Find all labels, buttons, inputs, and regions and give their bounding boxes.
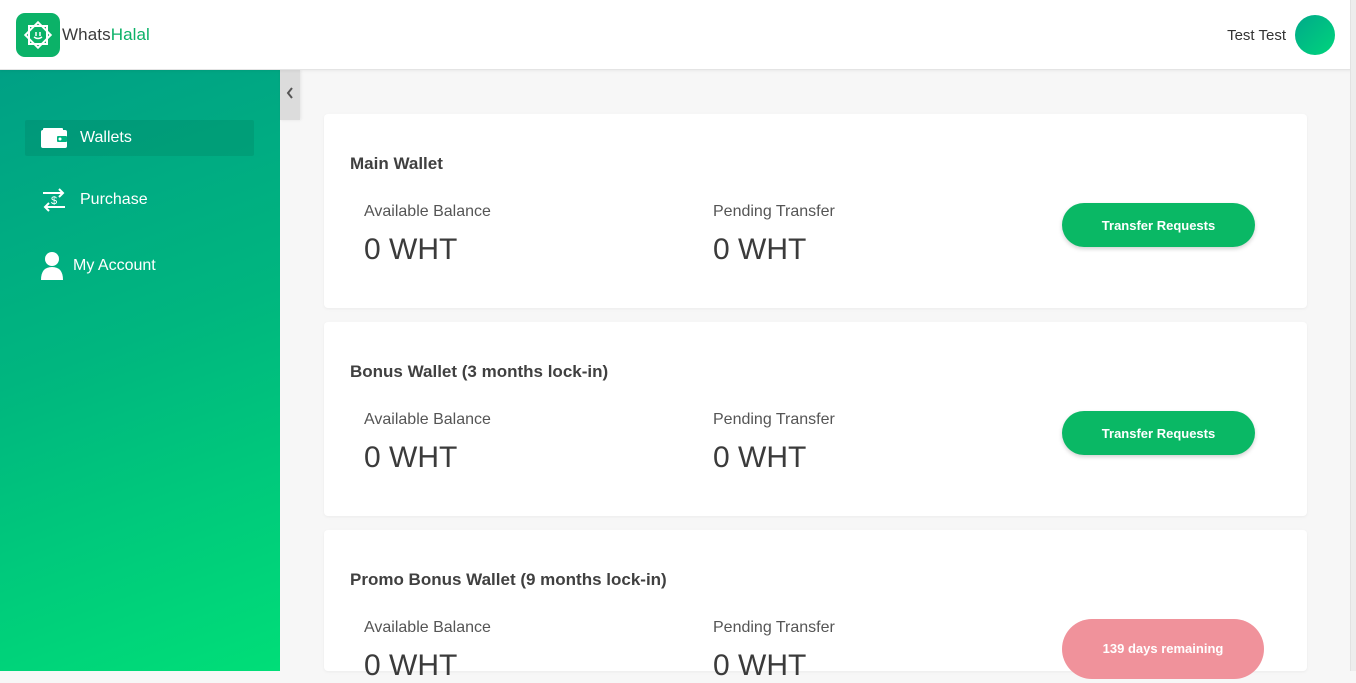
brand-logo[interactable]: WhatsHalal	[16, 13, 150, 57]
page-scrollbar[interactable]	[1350, 0, 1356, 671]
available-balance-label: Available Balance	[364, 203, 491, 220]
halal-logo-icon	[16, 13, 60, 57]
transfer-requests-button[interactable]: Transfer Requests	[1062, 411, 1255, 455]
available-balance-label: Available Balance	[364, 411, 491, 428]
pending-transfer-value: 0 WHT	[713, 441, 807, 474]
user-icon	[37, 251, 67, 281]
sidebar-item-label: My Account	[73, 257, 156, 274]
available-balance-label: Available Balance	[364, 619, 491, 636]
available-balance-value: 0 WHT	[364, 441, 458, 474]
pending-transfer-label: Pending Transfer	[713, 203, 835, 220]
user-name: Test Test	[1227, 26, 1286, 44]
sidebar-item-wallets[interactable]: Wallets	[25, 120, 254, 156]
wallet-title: Main Wallet	[350, 154, 443, 173]
sidebar-collapse-button[interactable]	[280, 70, 300, 120]
sidebar-item-label: Wallets	[80, 129, 132, 146]
sidebar-item-label: Purchase	[80, 191, 148, 208]
lock-in-remaining-badge: 139 days remaining	[1062, 619, 1264, 679]
sidebar-item-purchase[interactable]: $ Purchase	[25, 182, 254, 218]
brand-name-part2: Halal	[110, 25, 150, 44]
svg-text:$: $	[51, 195, 57, 207]
top-header: WhatsHalal Test Test	[0, 0, 1356, 70]
available-balance-value: 0 WHT	[364, 233, 458, 266]
chevron-left-icon	[285, 86, 295, 105]
wallet-card-bonus: Bonus Wallet (3 months lock-in) Availabl…	[324, 322, 1307, 516]
pending-transfer-label: Pending Transfer	[713, 411, 835, 428]
sidebar-item-my-account[interactable]: My Account	[25, 248, 254, 284]
wallet-icon	[39, 123, 69, 153]
wallet-title: Promo Bonus Wallet (9 months lock-in)	[350, 570, 667, 589]
wallet-card-main: Main Wallet Available Balance 0 WHT Pend…	[324, 114, 1307, 308]
pending-transfer-value: 0 WHT	[713, 649, 807, 682]
wallet-title: Bonus Wallet (3 months lock-in)	[350, 362, 609, 381]
avatar[interactable]	[1295, 15, 1335, 55]
brand-name-part1: Whats	[62, 25, 111, 44]
transfer-requests-button[interactable]: Transfer Requests	[1062, 203, 1255, 247]
available-balance-value: 0 WHT	[364, 649, 458, 682]
currency-exchange-icon: $	[39, 185, 69, 215]
pending-transfer-label: Pending Transfer	[713, 619, 835, 636]
pending-transfer-value: 0 WHT	[713, 233, 807, 266]
brand-name: WhatsHalal	[62, 25, 150, 45]
user-menu[interactable]: Test Test	[1227, 15, 1335, 55]
sidebar: Wallets $ Purchase My Account	[0, 70, 280, 671]
wallet-card-promo-bonus: Promo Bonus Wallet (9 months lock-in) Av…	[324, 530, 1307, 682]
